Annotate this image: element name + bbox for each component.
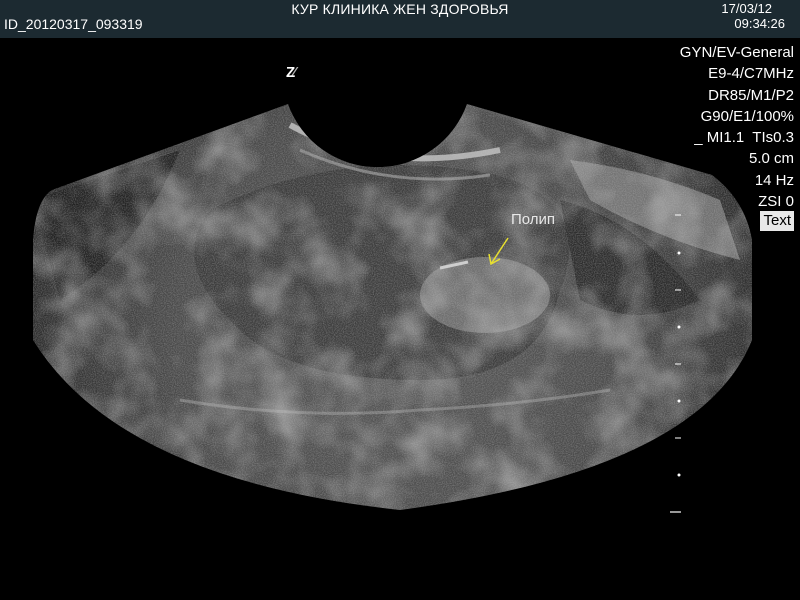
scan-parameters: GYN/EV-General E9-4/C7MHz DR85/M1/P2 G90… — [680, 42, 794, 212]
orientation-marker-shadow: ⁄ — [293, 64, 295, 81]
depth-dot — [677, 325, 681, 329]
orientation-marker-icon: Z⁄ — [286, 64, 295, 81]
depth-dot — [677, 399, 681, 403]
param-depth: 5.0 cm — [748, 150, 794, 168]
depth-dot — [677, 473, 681, 477]
depth-scale — [670, 214, 681, 513]
annotation-label: Полип — [511, 211, 556, 228]
param-dynamic-range: DR85/M1/P2 — [708, 86, 794, 104]
param-preset: GYN/EV-General — [679, 44, 794, 61]
depth-dot — [677, 251, 681, 255]
param-frame-rate: 14 Hz — [754, 171, 794, 189]
date-stamp: 17/03/12 — [721, 1, 772, 16]
param-probe: E9-4/C7MHz — [708, 65, 794, 83]
param-mechanical-index: _ MI1.1 TIs0.3 — [694, 129, 794, 147]
patient-id: ID_20120317_093319 — [4, 16, 143, 32]
text-button[interactable]: Text — [760, 211, 794, 231]
time-stamp: 09:34:26 — [734, 16, 785, 31]
param-zsi: ZSI 0 — [758, 193, 794, 211]
param-gain: G90/E1/100% — [700, 107, 794, 125]
